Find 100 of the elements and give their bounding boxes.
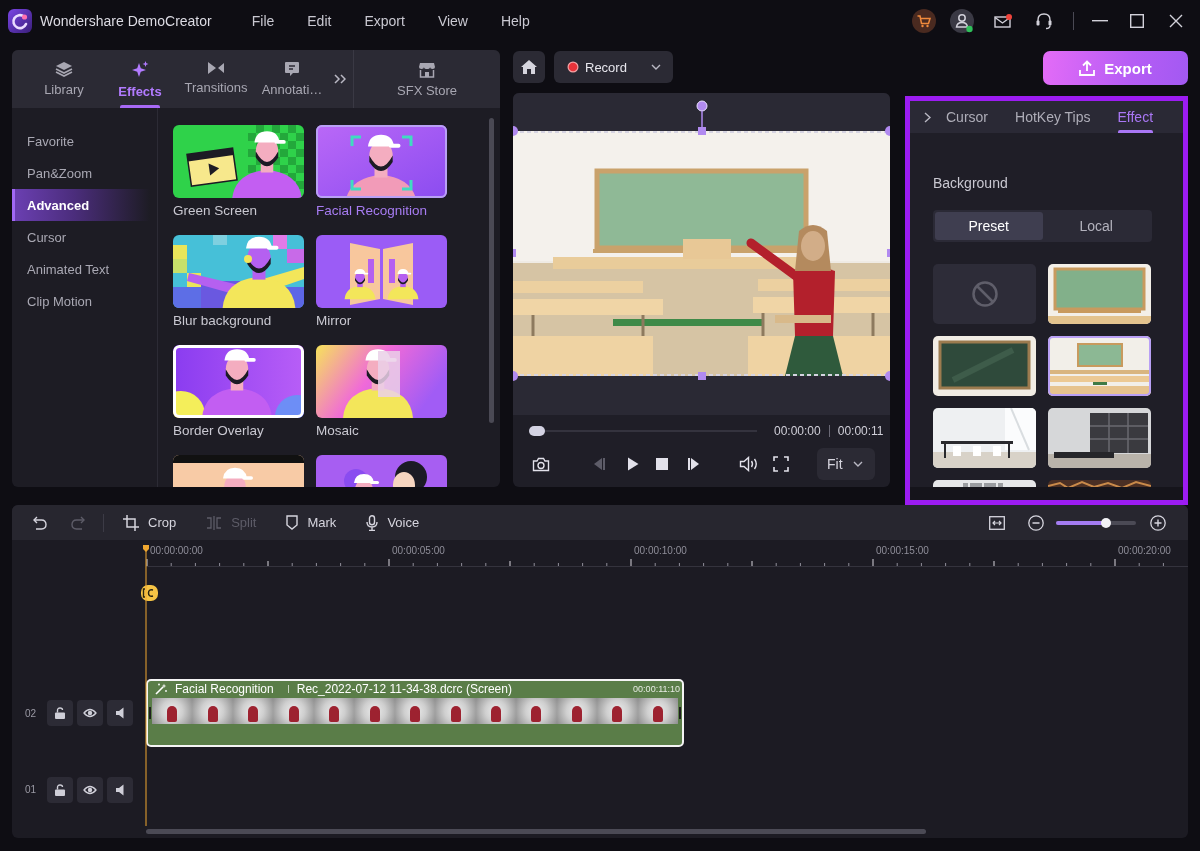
category-item[interactable]: Pan&Zoom [12, 157, 150, 189]
resize-handle[interactable] [698, 372, 706, 380]
marker-icon[interactable] [140, 585, 158, 601]
corner-handle[interactable] [885, 371, 890, 381]
rotate-handle[interactable] [696, 100, 708, 128]
clip-file-name: Rec_2022-07-12 11-34-38.dcrc (Screen) [296, 682, 512, 696]
source-tab[interactable]: Preset [935, 212, 1043, 240]
effect-thumbnail[interactable] [173, 345, 304, 418]
menu-item[interactable]: Export [364, 13, 405, 29]
video-frame-thumbnail [435, 698, 476, 724]
corner-handle[interactable] [513, 126, 518, 136]
mark-button[interactable]: Mark [286, 515, 337, 530]
ruler-time-label: 00:00:00:00 [150, 545, 204, 558]
category-item[interactable]: Animated Text [12, 253, 150, 285]
effect-name: Mirror [316, 313, 353, 329]
chevron-right-icon[interactable] [924, 111, 931, 123]
scrollbar[interactable] [489, 118, 494, 423]
media-tab[interactable]: Effects [102, 50, 178, 108]
panel-tab[interactable]: HotKey Tips [1015, 101, 1091, 133]
video-frame-thumbnail [556, 698, 598, 724]
chevron-down-icon [853, 461, 863, 467]
corner-handle[interactable] [513, 371, 518, 381]
clip-duration: 00:00:11:10 [633, 684, 680, 694]
fit-width-icon[interactable] [989, 515, 1005, 530]
user-icon[interactable] [950, 9, 974, 33]
resize-handle[interactable] [513, 249, 516, 257]
effect-thumbnail[interactable] [173, 125, 304, 198]
next-frame-icon[interactable] [687, 457, 701, 471]
video-clip[interactable]: Facial Recognition Rec_2022-07-12 11-34-38.dcrc (Screen) 00:00:11:10 [146, 679, 684, 747]
cart-icon[interactable] [912, 9, 936, 33]
background-thumbnail[interactable] [1048, 264, 1151, 324]
ruler-time-label: 00:00:10:00 [634, 545, 688, 558]
minimize-icon[interactable] [1092, 20, 1108, 22]
zoom-dropdown[interactable]: Fit [817, 448, 875, 480]
category-item[interactable]: Clip Motion [12, 285, 150, 317]
menu-item[interactable]: Edit [307, 13, 332, 29]
speaker-button[interactable] [107, 700, 133, 726]
magic-wand-icon [155, 683, 167, 695]
eye-button[interactable] [77, 776, 103, 803]
ruler-time-label: 00:00:15:00 [876, 545, 930, 558]
corner-handle[interactable] [885, 126, 890, 136]
export-button[interactable]: Export [1043, 51, 1188, 85]
undo-icon[interactable] [33, 515, 47, 530]
playhead[interactable] [143, 545, 149, 826]
record-button[interactable]: Record [554, 51, 673, 83]
media-tab[interactable]: Transitions [178, 50, 254, 108]
zoom-out-icon[interactable] [1028, 514, 1044, 531]
trim-handle[interactable] [149, 707, 151, 719]
effect-thumbnail[interactable] [316, 125, 447, 198]
maximize-icon[interactable] [1130, 14, 1144, 28]
category-item[interactable]: Favorite [12, 125, 150, 157]
mail-icon[interactable] [994, 14, 1012, 28]
no-background-tile[interactable] [933, 264, 1036, 324]
crop-button[interactable]: Crop [123, 514, 177, 531]
effect-thumbnail[interactable] [173, 235, 304, 308]
resize-handle[interactable] [887, 249, 890, 257]
chevron-down-icon [651, 64, 661, 70]
resize-handle[interactable] [698, 127, 706, 135]
background-thumbnail[interactable] [933, 408, 1036, 468]
zoom-slider[interactable] [1056, 520, 1136, 525]
headset-icon[interactable] [1035, 12, 1053, 30]
video-frame-thumbnail [394, 698, 436, 724]
trim-handle[interactable] [679, 707, 681, 719]
close-icon[interactable] [1169, 14, 1183, 28]
play-icon[interactable] [627, 457, 639, 471]
scrollbar[interactable] [146, 829, 926, 834]
background-thumbnail[interactable] [1048, 336, 1151, 396]
media-tab[interactable]: Annotati… [254, 50, 330, 108]
menu-item[interactable]: Help [500, 13, 530, 29]
panel-tab[interactable]: Effect [1117, 101, 1154, 133]
background-thumbnail[interactable] [933, 336, 1036, 396]
menu-item[interactable]: File [251, 13, 275, 29]
source-tab[interactable]: Local [1042, 212, 1150, 240]
speaker-button[interactable] [107, 776, 133, 803]
video-frame-thumbnail [273, 698, 314, 724]
camera-icon[interactable] [532, 456, 550, 472]
fullscreen-icon[interactable] [773, 456, 789, 472]
category-item[interactable]: Advanced [12, 189, 150, 221]
category-item[interactable]: Cursor [12, 221, 150, 253]
video-frame-thumbnail [516, 698, 557, 724]
voice-button[interactable]: Voice [366, 514, 420, 531]
speaker-icon[interactable] [739, 456, 759, 472]
effect-thumbnail[interactable] [316, 345, 447, 418]
eye-button[interactable] [77, 700, 103, 726]
progress-thumb[interactable] [529, 426, 545, 436]
double-chevron-icon[interactable] [334, 74, 346, 84]
lock-button[interactable] [47, 700, 73, 726]
progress-slider[interactable] [529, 426, 757, 436]
sfx-store-tab[interactable]: SFX Store [354, 50, 500, 108]
home-button[interactable] [513, 51, 545, 83]
panel-tab[interactable]: Cursor [946, 101, 988, 133]
menu-item[interactable]: View [437, 13, 468, 29]
zoom-in-icon[interactable] [1150, 514, 1166, 531]
effect-thumbnail[interactable] [316, 235, 447, 308]
media-tab[interactable]: Library [26, 50, 102, 108]
lock-button[interactable] [47, 776, 73, 803]
zoom-slider-thumb[interactable] [1100, 517, 1111, 528]
split-icon [206, 515, 223, 530]
video-frame-thumbnail [354, 698, 395, 724]
background-thumbnail[interactable] [1048, 408, 1151, 468]
